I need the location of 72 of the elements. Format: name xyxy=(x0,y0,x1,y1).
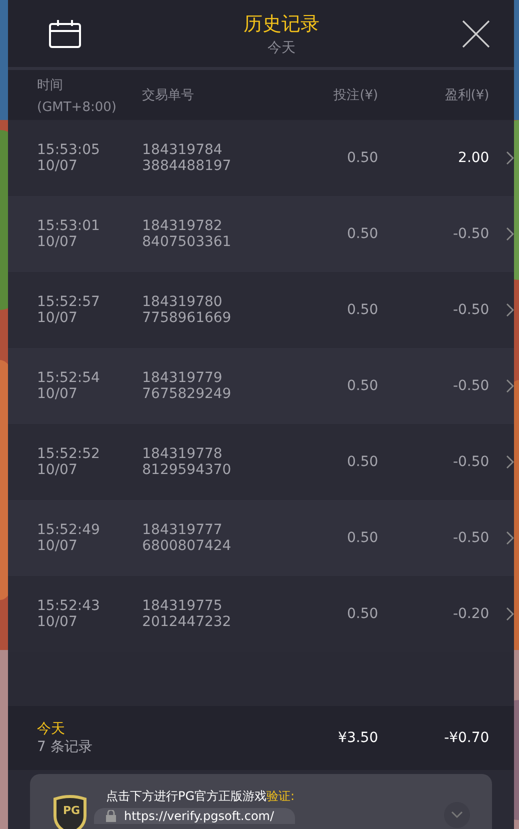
table-cell-text: 3884488197 xyxy=(142,158,232,174)
chevron-right-icon xyxy=(506,455,514,469)
table-cell-text: 184319784 xyxy=(142,142,224,158)
chevron-right-icon xyxy=(506,151,514,165)
table-cell-text: 15:52:54 xyxy=(37,370,101,386)
column-header: 交易单号 xyxy=(142,87,196,104)
table-cell-text: 184319779 xyxy=(142,370,224,386)
total-bet: ¥3.50 xyxy=(337,730,378,746)
chevron-right-icon xyxy=(506,227,514,241)
table-cell-text: -0.20 xyxy=(452,606,490,622)
column-header: 投注(¥) xyxy=(332,87,378,104)
table-cell-text: 8407503361 xyxy=(142,234,232,250)
table-cell-text: 8129594370 xyxy=(142,462,232,478)
lock-icon xyxy=(106,810,116,822)
table-cell-text: 0.50 xyxy=(346,606,378,622)
column-header: (GMT+8:00) xyxy=(37,100,118,114)
table-cell-text: -0.50 xyxy=(452,378,490,394)
table-cell-text: 15:52:57 xyxy=(37,294,101,310)
table-cell-text: 2012447232 xyxy=(142,614,232,630)
table-cell-text: 184319782 xyxy=(142,218,224,234)
chevron-right-icon xyxy=(506,531,514,545)
url-field[interactable]: https://verify.pgsoft.com/ xyxy=(94,808,295,824)
close-icon[interactable] xyxy=(462,20,490,48)
table-cell-text: -0.50 xyxy=(452,530,490,546)
table-cell-text: 184319775 xyxy=(142,598,224,614)
chevron-right-icon xyxy=(506,379,514,393)
total-profit: -¥0.70 xyxy=(443,730,490,746)
table-cell-text: 0.50 xyxy=(346,226,378,242)
table-cell-text: 7675829249 xyxy=(142,386,232,402)
calendar-icon[interactable] xyxy=(49,20,81,48)
history-row[interactable]: 15:52:54 10/07 184319779 7675829249 0.50 -0.50 xyxy=(8,348,514,424)
table-cell-text: 10/07 xyxy=(37,158,78,174)
chevron-down-icon xyxy=(451,811,463,819)
verify-message: 点击下方进行PG官方正版游戏验证: xyxy=(106,788,295,805)
table-cell-text: 0.50 xyxy=(346,302,378,318)
chevron-right-icon xyxy=(506,303,514,317)
table-cell-text: 184319780 xyxy=(142,294,224,310)
table-cell-text: 0.50 xyxy=(346,530,378,546)
table-cell-text: 15:52:52 xyxy=(37,446,101,462)
shield-icon xyxy=(52,794,88,829)
window-title: 历史记录 xyxy=(244,12,320,36)
date-filter-label: 今天 xyxy=(268,38,296,56)
table-cell-text: 15:53:01 xyxy=(37,218,101,234)
table-cell-text: 184319777 xyxy=(142,522,224,538)
summary-period: 今天 xyxy=(37,720,66,738)
history-row[interactable]: 15:53:01 10/07 184319782 8407503361 0.50 -0.50 xyxy=(8,196,514,272)
badge-text: PG xyxy=(63,804,80,817)
history-row[interactable]: 15:52:49 10/07 184319777 6800807424 0.50 -0.50 xyxy=(8,500,514,576)
table-cell-text: 15:53:05 xyxy=(37,142,101,158)
chevron-right-icon xyxy=(506,607,514,621)
table-cell-text: 15:52:43 xyxy=(37,598,101,614)
table-cell-text: 6800807424 xyxy=(142,538,232,554)
table-cell-text: 7758961669 xyxy=(142,310,232,326)
column-header: 时间 xyxy=(37,76,64,94)
record-count: 7 条记录 xyxy=(37,738,94,756)
table-cell-text: 184319778 xyxy=(142,446,224,462)
url-text: https://verify.pgsoft.com/ xyxy=(124,809,274,823)
table-cell-text: 10/07 xyxy=(37,462,78,478)
column-header: 盈利(¥) xyxy=(444,87,490,104)
table-cell-text: -0.50 xyxy=(452,302,490,318)
table-cell-text: 10/07 xyxy=(37,234,78,250)
table-cell-text: 10/07 xyxy=(37,386,78,402)
table-cell-text: 0.50 xyxy=(346,378,378,394)
table-cell-text: 15:52:49 xyxy=(37,522,101,538)
table-cell-text: -0.50 xyxy=(452,226,490,242)
table-cell-text: 2.00 xyxy=(457,150,490,166)
table-cell-text: 0.50 xyxy=(346,150,378,166)
table-cell-text: 10/07 xyxy=(37,538,78,554)
table-cell-text: 10/07 xyxy=(37,614,78,630)
table-cell-text: -0.50 xyxy=(452,454,490,470)
table-cell-text: 10/07 xyxy=(37,310,78,326)
table-cell-text: 0.50 xyxy=(346,454,378,470)
